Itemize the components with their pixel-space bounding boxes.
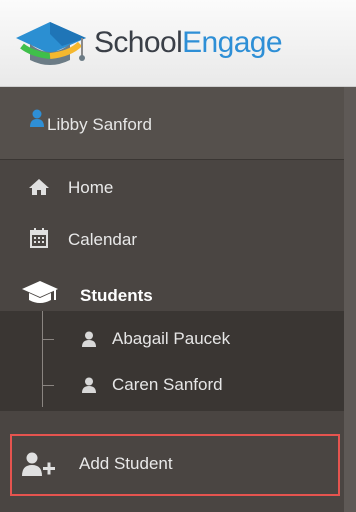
sidebar: Libby Sanford Home Calendar Students Aba…: [0, 87, 344, 512]
app-header: SchoolEngage: [0, 0, 356, 87]
graduation-cap-icon: [22, 281, 58, 303]
home-icon: [29, 179, 49, 195]
sidebar-scrollbar[interactable]: [344, 87, 356, 512]
add-user-icon: [22, 452, 55, 476]
tree-connector: [42, 385, 54, 386]
sidebar-item-label: Home: [68, 178, 114, 197]
students-submenu: Abagail Paucek Caren Sanford: [0, 311, 344, 411]
add-student-button[interactable]: Add Student: [10, 434, 340, 496]
user-icon: [82, 331, 96, 347]
student-name: Caren Sanford: [112, 375, 223, 394]
graduation-cap-logo-icon: [16, 22, 86, 65]
current-user[interactable]: Libby Sanford: [0, 87, 344, 160]
brand-name-part2: Engage: [182, 26, 282, 59]
user-icon: [30, 109, 44, 127]
brand-name-part1: School: [94, 26, 183, 59]
tree-connector: [42, 339, 54, 340]
student-name: Abagail Paucek: [112, 329, 231, 348]
student-item-abagail-paucek[interactable]: Abagail Paucek: [0, 317, 344, 363]
user-icon: [82, 377, 96, 393]
brand-name[interactable]: SchoolEngage: [94, 26, 283, 60]
sidebar-item-label: Students: [80, 286, 153, 305]
calendar-icon: [30, 228, 48, 248]
sidebar-item-label: Calendar: [68, 230, 137, 249]
user-name: Libby Sanford: [47, 115, 152, 134]
sidebar-item-home[interactable]: Home: [0, 160, 344, 216]
student-item-caren-sanford[interactable]: Caren Sanford: [0, 363, 344, 409]
add-student-label: Add Student: [79, 454, 173, 473]
sidebar-item-calendar[interactable]: Calendar: [0, 212, 344, 268]
